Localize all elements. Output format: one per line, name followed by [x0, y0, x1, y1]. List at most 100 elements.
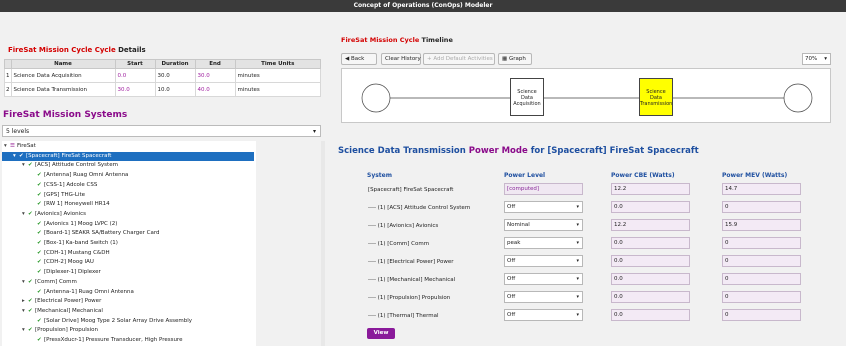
- power-level-select[interactable]: Off ▾: [504, 255, 583, 267]
- component-icon: ✔: [37, 259, 42, 266]
- power-mev-field[interactable]: 0: [722, 309, 801, 321]
- power-cbe-field[interactable]: 0.0: [611, 201, 690, 213]
- power-cbe-field[interactable]: 0.0: [611, 309, 690, 321]
- tree-item[interactable]: ✔ [GPS] THG-Lite: [31, 191, 85, 200]
- power-cbe-field[interactable]: 0.0: [611, 255, 690, 267]
- tree-item-label: [Solar Drive] Moog Type 2 Solar Array Dr…: [44, 317, 193, 324]
- tree-item[interactable]: ▾ ✔ [Avionics] Avionics: [22, 210, 86, 219]
- tree-item[interactable]: ▾ ✔ [Spacecraft] FireSat Spacecraft: [2, 151, 254, 161]
- timeline-canvas[interactable]: Science Data Acquisition Science Data Tr…: [341, 68, 831, 123]
- tree-item-label: [CDH-1] Mustang C&DH: [44, 249, 110, 256]
- row-end[interactable]: 30.0: [194, 68, 236, 83]
- col-name[interactable]: Name: [10, 59, 116, 69]
- tree-item[interactable]: ✔ [Antenna-1] Ruag Omni Antenna: [31, 288, 134, 297]
- tree-item[interactable]: ✔ [Box-1] Ka-band Switch (1): [31, 239, 118, 248]
- power-level-select[interactable]: peak ▾: [504, 237, 583, 249]
- chevron-down-icon: ▾: [576, 294, 579, 300]
- tree-item[interactable]: ✔ [Solar Drive] Moog Type 2 Solar Array D…: [31, 317, 192, 326]
- tree-item[interactable]: ▾ ✔ [ACS] Attitude Control System: [22, 161, 118, 170]
- tree-item[interactable]: ✔ [Antenna] Ruag Omni Antenna: [31, 171, 128, 180]
- back-button[interactable]: ◀ Back: [341, 53, 377, 65]
- activity-science-data-acquisition[interactable]: Science Data Acquisition: [510, 78, 544, 116]
- chevron-down-icon: ▾: [576, 204, 579, 210]
- tree-item-label: [Avionics 1] Moog LVPC (2): [44, 220, 118, 227]
- component-icon: ✔: [37, 201, 42, 208]
- timeline-start-node[interactable]: [361, 83, 391, 113]
- row-start[interactable]: 0.0: [114, 68, 156, 83]
- power-row-system: ---- (1) [ACS] Attitude Control System: [368, 205, 471, 211]
- tree-item[interactable]: ▾ ✔ [Mechanical] Mechanical: [22, 307, 103, 316]
- graph-button[interactable]: ▦ Graph: [498, 53, 532, 65]
- table-row[interactable]: 2 Science Data Transmission 30.0 10.0 40…: [4, 82, 321, 97]
- col-start[interactable]: Start: [114, 59, 156, 69]
- row-duration[interactable]: 30.0: [154, 68, 196, 83]
- tree-item[interactable]: ▸ ✔ [Electrical Power] Power: [22, 297, 101, 306]
- power-mev-field[interactable]: 14.7: [722, 183, 801, 195]
- window-title: Concept of Operations (ConOps) Modeler: [0, 0, 846, 12]
- row-units[interactable]: minutes: [234, 82, 321, 97]
- power-mev-field[interactable]: 15.9: [722, 219, 801, 231]
- row-end[interactable]: 40.0: [194, 82, 236, 97]
- power-title-activity: Science Data Transmission: [338, 146, 469, 156]
- power-level-value: peak: [507, 240, 521, 246]
- power-level-select[interactable]: Off ▾: [504, 309, 583, 321]
- power-level-select[interactable]: Off ▾: [504, 273, 583, 285]
- systems-tree[interactable]: ▾ ☰ FireSat ▾ ✔ [Spacecraft] FireSat Spacecra…: [2, 141, 256, 346]
- component-icon: ✔: [28, 327, 33, 334]
- tree-scrollbar[interactable]: [321, 141, 325, 346]
- col-end[interactable]: End: [194, 59, 236, 69]
- tree-item[interactable]: ✔ [Board-1] SEAKR SA/Battery Charger Card: [31, 229, 160, 238]
- row-units[interactable]: minutes: [234, 68, 321, 83]
- component-icon: ✔: [37, 249, 42, 256]
- power-cbe-field[interactable]: 12.2: [611, 219, 690, 231]
- activity-science-data-transmission[interactable]: Science Data Transmission: [639, 78, 673, 116]
- col-duration[interactable]: Duration: [154, 59, 196, 69]
- power-cbe-field[interactable]: 0.0: [611, 237, 690, 249]
- component-icon: ✔: [28, 298, 33, 305]
- component-icon: ✔: [28, 307, 33, 314]
- timeline-svg: [361, 83, 813, 113]
- tree-item[interactable]: ✔ [RW 1] Honeywell HR14: [31, 200, 110, 209]
- row-start[interactable]: 30.0: [114, 82, 156, 97]
- power-level-select[interactable]: Nominal ▾: [504, 219, 583, 231]
- power-cbe-field[interactable]: 12.2: [611, 183, 690, 195]
- power-level-select[interactable]: Off ▾: [504, 291, 583, 303]
- row-name[interactable]: Science Data Acquisition: [10, 68, 116, 83]
- tree-item[interactable]: ✔ [PressXducr-1] Pressure Transducer, Hig…: [31, 336, 182, 345]
- zoom-select[interactable]: 70% ▾: [802, 53, 831, 65]
- power-mev-field[interactable]: 0: [722, 201, 801, 213]
- tree-item[interactable]: ✔ [CDH-2] Moog IAU: [31, 258, 94, 267]
- power-level-value: [computed]: [507, 186, 540, 192]
- tree-item[interactable]: ▾ ✔ [Comm] Comm: [22, 278, 77, 287]
- row-name[interactable]: Science Data Transmission: [10, 82, 116, 97]
- power-mev-field[interactable]: 0: [722, 237, 801, 249]
- power-row: [Spacecraft] FireSat Spacecraft [computed…: [338, 182, 832, 200]
- view-button[interactable]: View: [367, 328, 395, 339]
- power-mev-field[interactable]: 0: [722, 255, 801, 267]
- component-icon: ✔: [37, 172, 42, 179]
- tree-item-label: [Electrical Power] Power: [35, 298, 102, 305]
- clear-history-button[interactable]: Clear History: [381, 53, 421, 65]
- power-cbe-field[interactable]: 0.0: [611, 273, 690, 285]
- power-mev-field[interactable]: 0: [722, 291, 801, 303]
- chevron-down-icon: ▾: [824, 56, 827, 62]
- row-duration[interactable]: 10.0: [154, 82, 196, 97]
- table-row[interactable]: 1 Science Data Acquisition 0.0 30.0 30.0…: [4, 68, 321, 83]
- tree-item[interactable]: ▾ ☰ FireSat: [4, 142, 36, 151]
- tree-item[interactable]: ✔ [CDH-1] Mustang C&DH: [31, 249, 110, 258]
- tree-item[interactable]: ✔ [Avionics 1] Moog LVPC (2): [31, 220, 117, 229]
- timeline-end-node[interactable]: [783, 83, 813, 113]
- power-row-system: ---- (1) [Mechanical] Mechanical: [368, 277, 456, 283]
- header-power-mev: Power MEV (Watts): [722, 172, 788, 179]
- add-default-activities-button[interactable]: + Add Default Activities: [423, 53, 495, 65]
- col-time-units[interactable]: Time Units: [234, 59, 321, 69]
- levels-select[interactable]: 5 levels ▾: [2, 125, 321, 137]
- power-cbe-field[interactable]: 0.0: [611, 291, 690, 303]
- power-mev-field[interactable]: 0: [722, 273, 801, 285]
- power-level-select[interactable]: Off ▾: [504, 201, 583, 213]
- levels-value: 5 levels: [6, 128, 30, 135]
- tree-item[interactable]: ▾ ✔ [Propulsion] Propulsion: [22, 326, 98, 335]
- power-level-select[interactable]: [computed]: [504, 183, 583, 195]
- tree-item[interactable]: ✔ [Diplexer-1] Diplexer: [31, 268, 101, 277]
- tree-item[interactable]: ✔ [CSS-1] Adcole CSS: [31, 181, 97, 190]
